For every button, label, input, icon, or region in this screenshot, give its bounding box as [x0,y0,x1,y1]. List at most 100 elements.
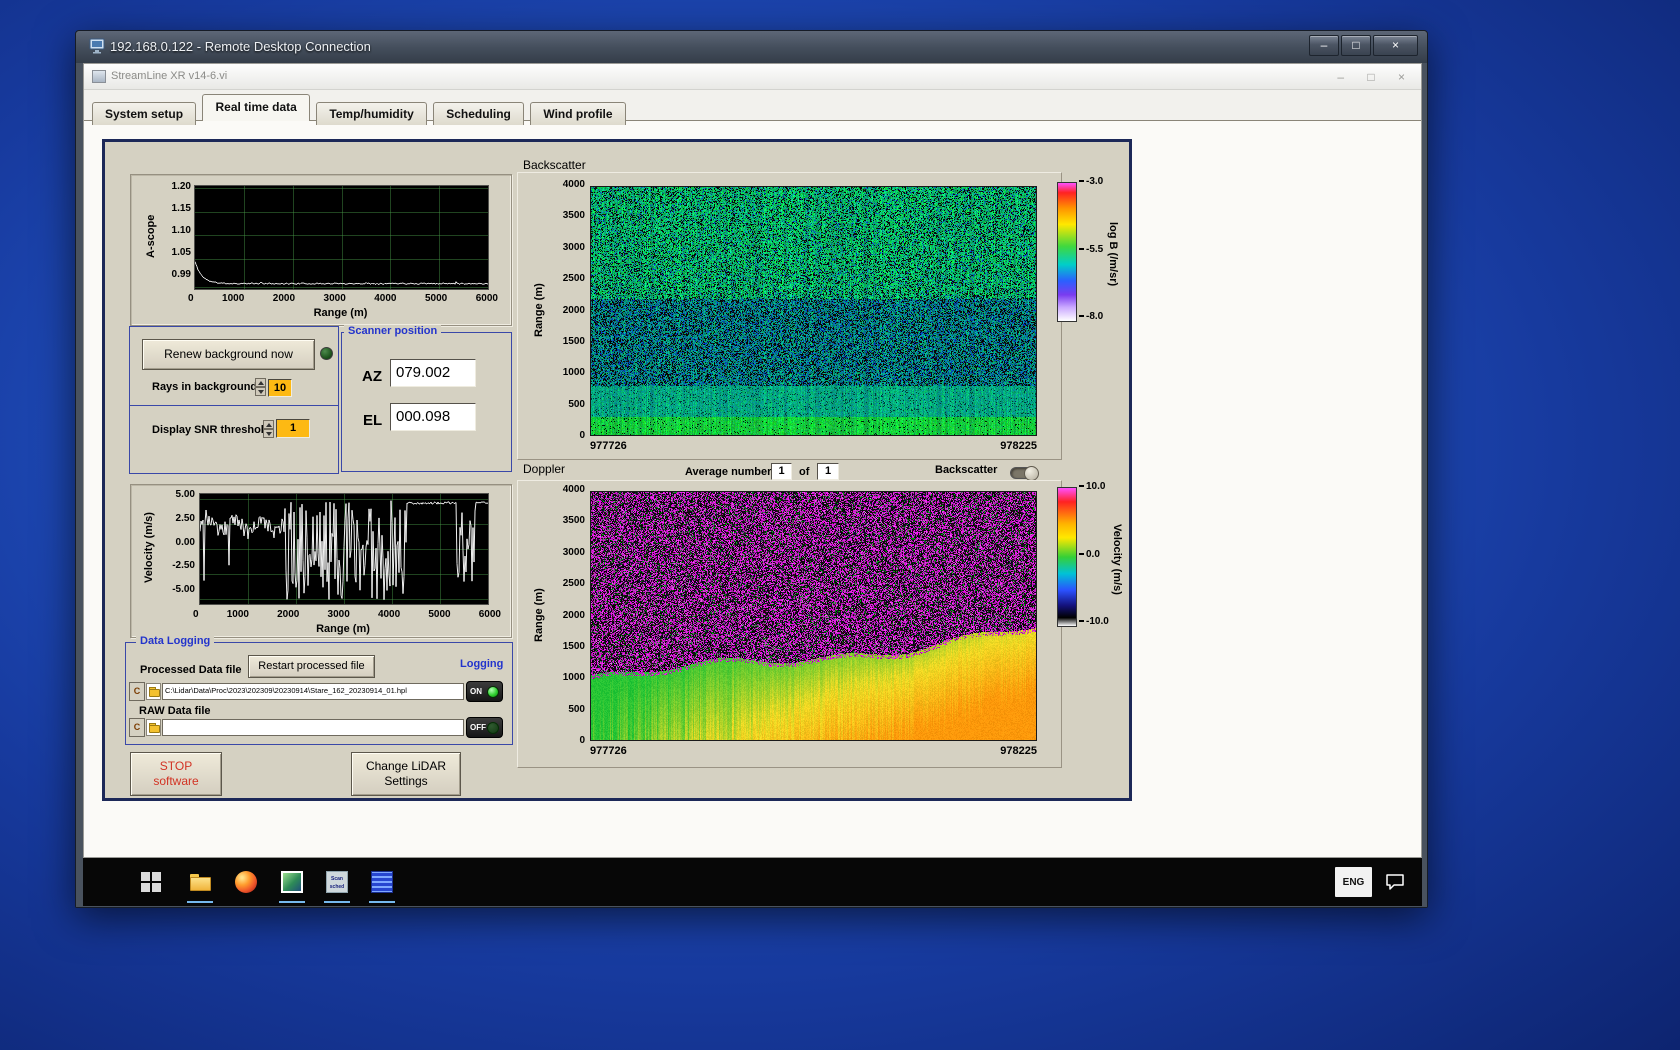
snr-value-field[interactable]: 1 [276,419,310,438]
tab-real-time-data[interactable]: Real time data [202,94,310,121]
data-logging-legend: Data Logging [136,635,215,647]
processed-logging-toggle[interactable]: ON [466,681,503,702]
raw-path-field[interactable] [162,719,464,736]
tick-label: 1500 [562,335,585,347]
document-app-icon[interactable] [371,871,393,893]
start-icon[interactable] [141,871,163,893]
tick-label: 2000 [277,609,300,620]
file-explorer-icon[interactable] [189,871,211,893]
processed-toggle-led [487,685,499,698]
raw-drive-selector[interactable]: C [129,718,145,737]
raw-browse-folder-icon[interactable] [146,719,161,736]
raw-data-file-label: RAW Data file [139,705,211,717]
spin-up-icon[interactable] [255,378,266,387]
tick-label: 500 [568,703,585,715]
tick-label: 1000 [222,293,245,304]
processed-drive-selector[interactable]: C [129,682,145,701]
backscatter-x-range: 977726 978225 [590,440,1037,452]
backscatter-colorbar-ticks: -3.0 -5.5 -8.0 [1079,176,1103,322]
doppler-y-axis-label: Range (m) [533,588,545,642]
logging-label: Logging [460,658,504,670]
doppler-title: Doppler [523,462,566,476]
tick-label: 2000 [272,293,296,304]
doppler-colorbar-ticks: 10.0 0.0 -10.0 [1079,481,1109,627]
backscatter-colorbar [1057,182,1077,322]
tick-label: 0.99 [171,269,191,280]
ascope-x-axis-label: Range (m) [313,307,368,319]
tick-label: 1.15 [171,203,191,214]
tick-label: 2000 [562,609,585,621]
tick-label: 4000 [562,484,585,495]
processed-path-field[interactable]: C:\Lidar\Data\Proc\2023\202309\20230914\… [162,683,464,700]
velocity-y-axis-label: Velocity (m/s) [143,512,155,584]
velocity-x-ticks: 0 1000 2000 3000 4000 5000 6000 [193,609,501,620]
tick-label: 0.0 [1079,549,1100,560]
tick-label: 4000 [377,609,401,620]
doppler-x-range: 977726 978225 [590,745,1037,757]
tab-temp-humidity[interactable]: Temp/humidity [316,102,427,125]
app-title: StreamLine XR v14-6.vi [111,70,228,82]
change-settings-line2: Settings [384,774,428,788]
rays-spinner[interactable] [255,378,266,396]
tab-system-setup[interactable]: System setup [92,102,197,125]
backscatter-display-switch[interactable] [1010,466,1039,481]
app-close-button[interactable]: × [1398,70,1405,84]
tab-wind-profile[interactable]: Wind profile [530,102,626,125]
image-viewer-icon[interactable] [281,871,303,893]
scan-scheduler-icon[interactable]: Scan sched [326,871,348,893]
tick-label: 2500 [562,578,585,590]
snr-threshold-label: Display SNR threshold [152,424,271,436]
backscatter-y-axis-label: Range (m) [533,283,545,337]
switch-knob[interactable] [1024,466,1039,481]
tick-label: -5.00 [172,584,195,595]
restart-processed-file-label: Restart processed file [258,659,365,672]
raw-toggle-state: OFF [470,723,486,732]
rdp-titlebar: 192.168.0.122 - Remote Desktop Connectio… [76,31,1427,63]
minimize-button[interactable]: – [1309,35,1339,56]
tab-bar: System setup Real time data Temp/humidit… [92,94,628,125]
renew-background-button[interactable]: Renew background now [142,339,315,370]
ascope-x-ticks: 0 1000 2000 3000 4000 5000 6000 [188,293,498,304]
maximize-button[interactable]: □ [1341,35,1371,56]
change-lidar-settings-button[interactable]: Change LiDAR Settings [351,752,461,796]
language-indicator[interactable]: ENG [1335,867,1372,897]
tab-scheduling[interactable]: Scheduling [433,102,524,125]
notification-chat-icon[interactable] [1385,873,1405,896]
processed-browse-folder-icon[interactable] [146,683,161,700]
firefox-icon[interactable] [235,871,257,893]
app-window: StreamLine XR v14-6.vi – □ × System setu… [83,63,1422,858]
app-restore-button[interactable]: □ [1367,70,1374,84]
average-number-field[interactable]: 1 [771,463,792,480]
doppler-colorbar [1057,487,1077,627]
raw-logging-toggle[interactable]: OFF [466,717,503,738]
rdp-window-controls: – □ × [1307,35,1418,56]
backscatter-x-end: 978225 [1000,440,1037,452]
scanner-position-legend: Scanner position [344,325,442,337]
tick-label: 500 [568,398,585,410]
spin-up-icon[interactable] [263,420,274,429]
tick-label: 1500 [562,640,585,652]
app-icon [92,70,106,83]
processed-toggle-state: ON [470,687,482,696]
average-of-field[interactable]: 1 [817,463,839,480]
tick-label: 1000 [562,367,585,379]
spin-down-icon[interactable] [255,387,266,396]
ascope-y-ticks: 1.20 1.15 1.10 1.05 0.99 [157,181,191,280]
app-titlebar: StreamLine XR v14-6.vi – □ × [84,64,1421,90]
restart-processed-file-button[interactable]: Restart processed file [248,655,375,678]
active-app-underline [279,901,305,903]
doppler-canvas [590,491,1037,741]
az-label: AZ [362,368,382,385]
app-minimize-button[interactable]: – [1337,70,1344,84]
tick-label: 1000 [562,672,585,684]
el-value-field[interactable]: 000.098 [390,403,476,431]
tick-label: 0.00 [175,536,195,548]
close-button[interactable]: × [1373,35,1418,56]
stop-software-button[interactable]: STOP software [130,752,222,796]
rays-value-field[interactable]: 10 [268,379,292,397]
spin-down-icon[interactable] [263,429,274,438]
tick-label: -5.5 [1079,244,1103,255]
snr-spinner[interactable] [263,420,274,438]
az-value-field[interactable]: 079.002 [390,359,476,387]
front-panel: A-scope 1.20 1.15 1.10 1.05 0.99 0 1000 2000 30… [102,139,1132,801]
